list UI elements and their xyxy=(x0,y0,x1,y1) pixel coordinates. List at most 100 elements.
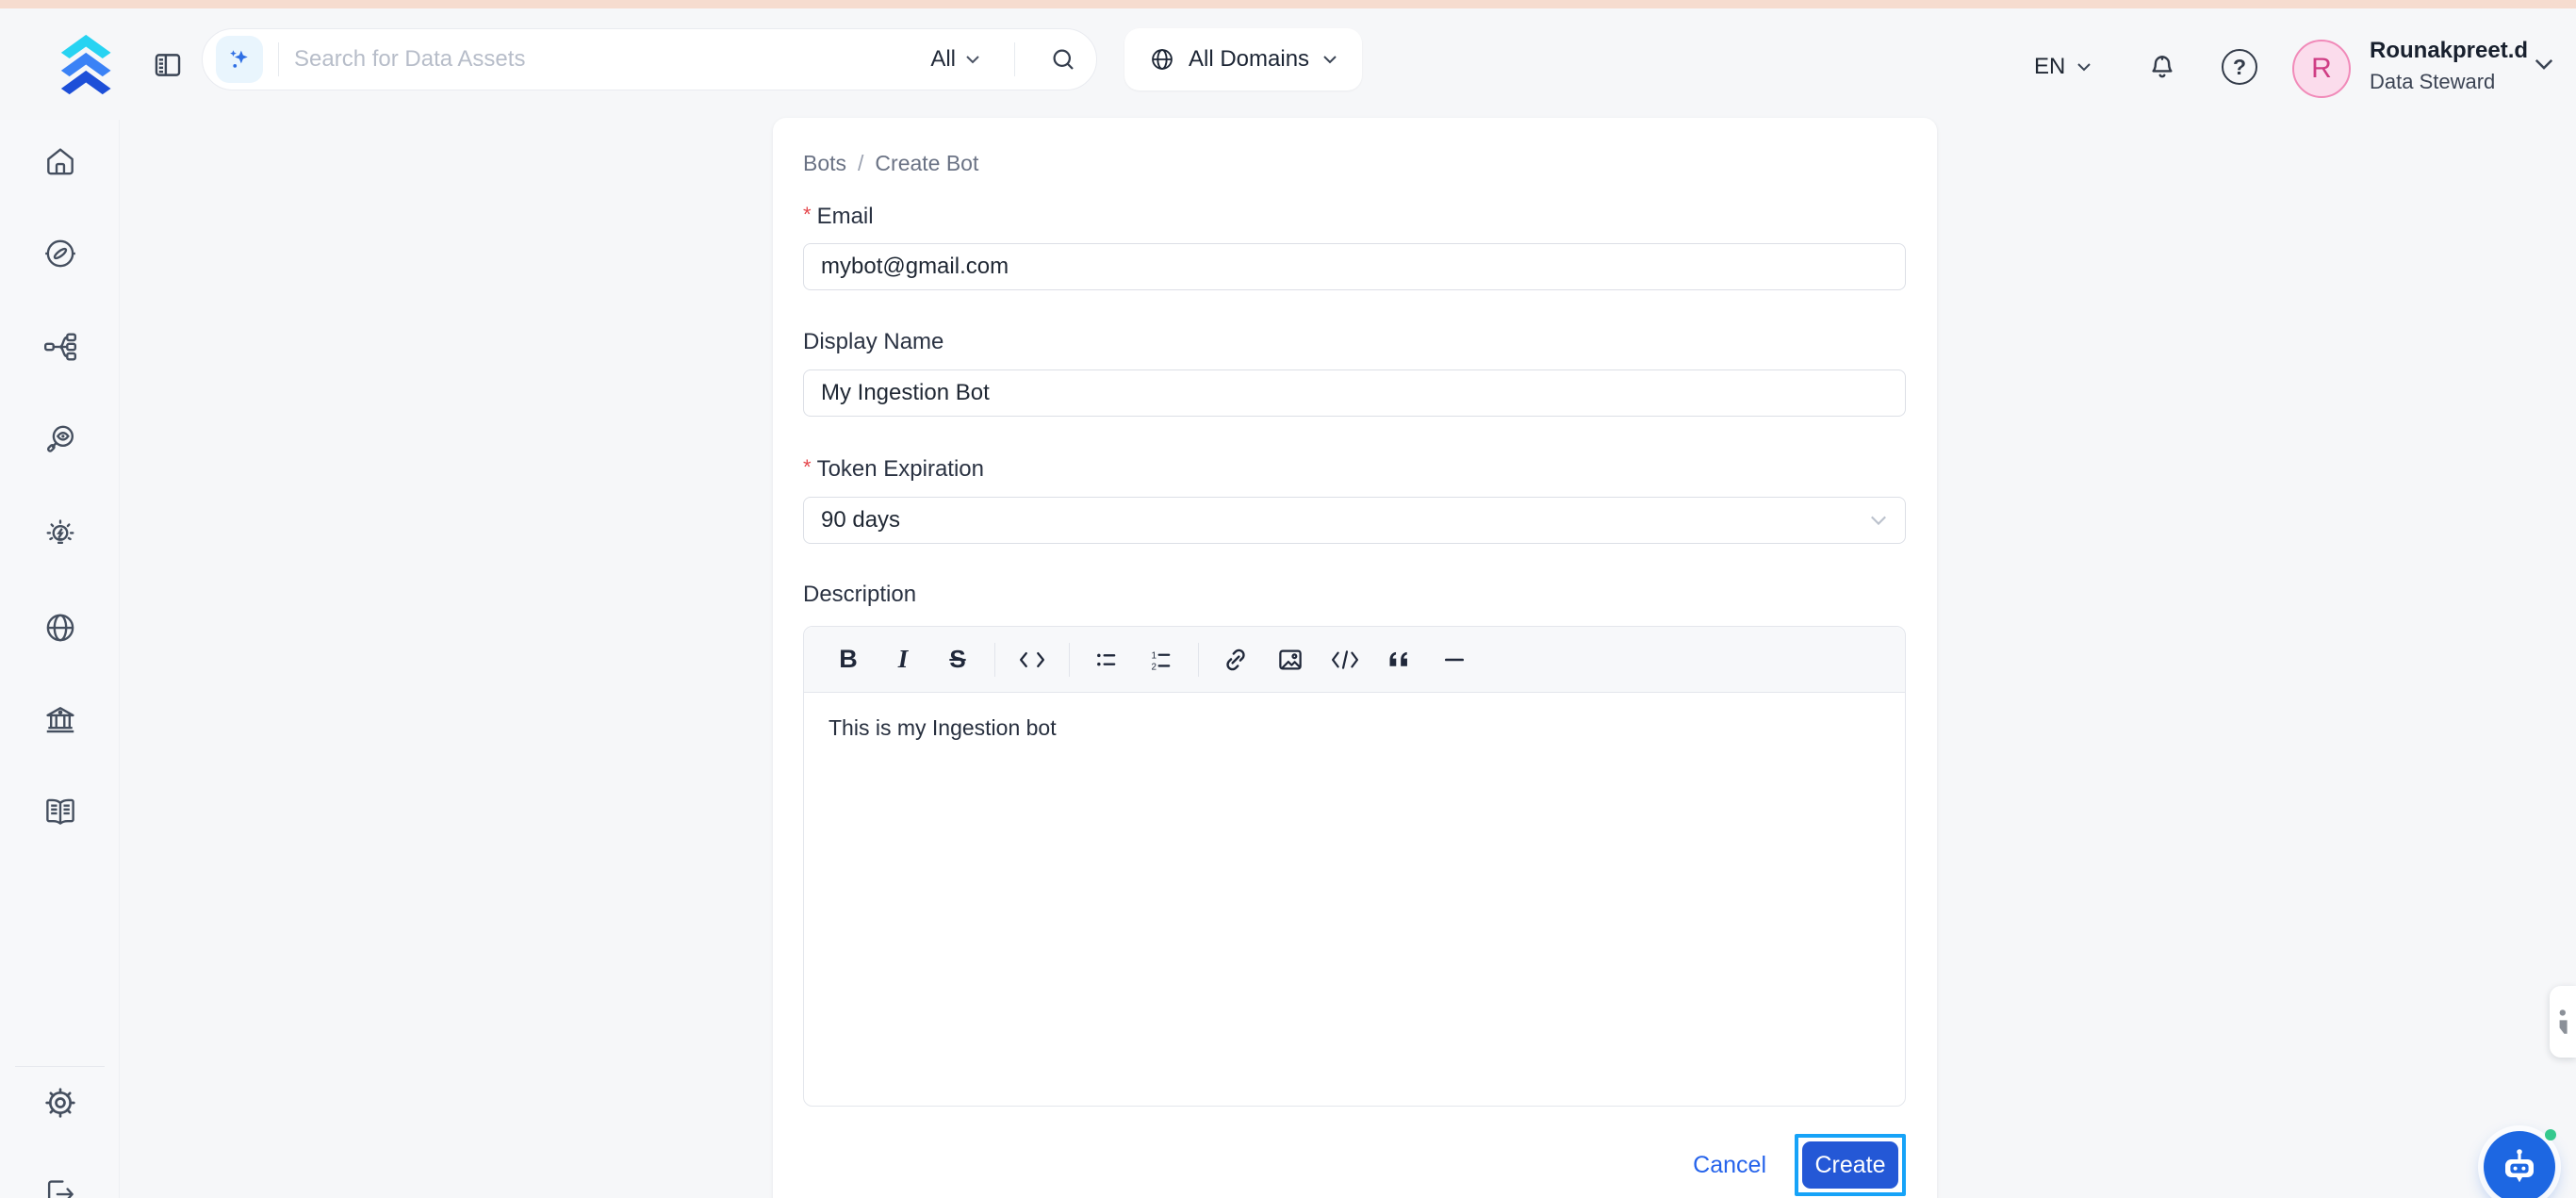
help-icon[interactable]: ? xyxy=(2219,46,2260,88)
topbar: Search for Data Assets All All Domains E… xyxy=(0,8,2576,120)
partial-handle-icon xyxy=(2558,1007,2573,1037)
editor-toolbar: B I S xyxy=(804,627,1905,693)
blockquote-button[interactable] xyxy=(1372,635,1427,684)
sidebar-item-insights[interactable] xyxy=(0,506,120,563)
sidebar-nav xyxy=(0,120,120,1198)
sidebar-item-observe[interactable] xyxy=(0,411,120,468)
italic-icon: I xyxy=(898,645,909,674)
sidebar-item-lineage[interactable] xyxy=(0,319,120,375)
required-marker: * xyxy=(803,203,812,226)
user-menu[interactable]: Rounakpreet.d Data Steward xyxy=(2370,37,2528,95)
sidebar-item-home[interactable] xyxy=(0,133,120,189)
user-menu-chevron-icon[interactable] xyxy=(2534,57,2554,75)
cancel-button[interactable]: Cancel xyxy=(1693,1152,1766,1179)
search-divider xyxy=(1014,42,1015,76)
user-name: Rounakpreet.d xyxy=(2370,37,2528,65)
description-label: Description xyxy=(803,582,916,608)
eye-magnifier-icon xyxy=(42,421,78,457)
description-editor: B I S xyxy=(803,626,1906,1107)
settings-gear-icon xyxy=(41,1084,79,1122)
toolbar-divider xyxy=(1198,643,1199,677)
sidebar-item-settings[interactable] xyxy=(0,1075,120,1131)
language-label: EN xyxy=(2034,54,2065,80)
home-icon xyxy=(42,143,78,179)
breadcrumb-separator: / xyxy=(858,151,863,176)
avatar-initial: R xyxy=(2311,53,2332,85)
strikethrough-button[interactable]: S xyxy=(930,635,985,684)
toolbar-divider xyxy=(994,643,995,677)
ordered-list-button[interactable]: 1 2 xyxy=(1134,635,1189,684)
token-expiration-select[interactable]: 90 days xyxy=(803,497,1906,544)
description-editor-content[interactable]: This is my Ingestion bot xyxy=(804,693,1905,763)
create-bot-card: Bots / Create Bot *Email Display Name *T… xyxy=(773,118,1937,1198)
create-button[interactable]: Create xyxy=(1802,1141,1898,1189)
globe-icon xyxy=(1149,46,1175,73)
display-name-field[interactable] xyxy=(803,369,1906,417)
sidebar-item-discover[interactable] xyxy=(0,225,120,282)
bank-icon xyxy=(42,702,78,738)
chevron-down-icon xyxy=(1322,55,1337,64)
svg-text:2: 2 xyxy=(1152,662,1157,672)
token-expiration-label: *Token Expiration xyxy=(803,455,984,483)
app-logo[interactable] xyxy=(49,29,139,107)
avatar[interactable]: R xyxy=(2292,40,2351,98)
chat-assistant-button[interactable] xyxy=(2484,1131,2555,1198)
horizontal-rule-icon xyxy=(1441,647,1468,673)
right-edge-panel-handle[interactable] xyxy=(2550,986,2576,1058)
robot-icon xyxy=(2497,1144,2542,1190)
help-glyph: ? xyxy=(2233,55,2246,80)
search-input[interactable]: Search for Data Assets xyxy=(294,46,911,73)
sidebar-toggle-icon[interactable] xyxy=(151,49,185,81)
user-role: Data Steward xyxy=(2370,69,2528,95)
global-search-bar[interactable]: Search for Data Assets All xyxy=(202,28,1097,90)
chevron-down-icon xyxy=(1869,515,1888,526)
compass-icon xyxy=(42,236,78,271)
chevron-down-icon xyxy=(965,55,980,64)
breadcrumb: Bots / Create Bot xyxy=(803,151,978,176)
code-block-icon xyxy=(1330,647,1360,673)
lineage-flow-icon xyxy=(42,329,78,365)
open-book-icon xyxy=(42,794,78,829)
sidebar-divider xyxy=(15,1066,105,1067)
language-selector[interactable]: EN xyxy=(2034,54,2092,80)
chevron-down-icon xyxy=(2076,62,2092,72)
blockquote-icon xyxy=(1386,648,1413,671)
sidebar-item-governance[interactable] xyxy=(0,692,120,748)
all-domains-dropdown[interactable]: All Domains xyxy=(1124,28,1362,90)
breadcrumb-bots[interactable]: Bots xyxy=(803,151,846,176)
logout-icon xyxy=(42,1176,78,1198)
code-block-button[interactable] xyxy=(1318,635,1372,684)
bold-button[interactable]: B xyxy=(821,635,876,684)
italic-button[interactable]: I xyxy=(876,635,930,684)
sidebar-item-glossary[interactable] xyxy=(0,783,120,840)
email-field[interactable] xyxy=(803,243,1906,290)
sidebar-item-logout[interactable] xyxy=(0,1166,120,1198)
image-icon xyxy=(1276,646,1304,674)
display-name-label: Display Name xyxy=(803,329,943,355)
globe-icon xyxy=(42,610,78,646)
breadcrumb-create-bot[interactable]: Create Bot xyxy=(875,151,978,176)
search-scope-label: All xyxy=(930,46,956,73)
search-divider xyxy=(278,42,279,76)
search-scope-dropdown[interactable]: All xyxy=(911,46,999,73)
layers-logo-icon xyxy=(49,29,139,107)
required-marker: * xyxy=(803,455,812,479)
idea-bulb-icon xyxy=(42,517,78,552)
bold-icon: B xyxy=(839,645,858,674)
sidebar-item-domains[interactable] xyxy=(0,599,120,656)
bullet-list-icon xyxy=(1093,647,1120,673)
link-button[interactable] xyxy=(1208,635,1263,684)
ai-sparkles-icon[interactable] xyxy=(216,36,263,83)
svg-text:1: 1 xyxy=(1152,650,1157,661)
ordered-list-icon: 1 2 xyxy=(1148,647,1174,673)
inline-code-button[interactable] xyxy=(1005,635,1059,684)
notifications-bell-icon[interactable] xyxy=(2141,46,2183,88)
horizontal-rule-button[interactable] xyxy=(1427,635,1482,684)
search-icon[interactable] xyxy=(1030,45,1096,74)
image-button[interactable] xyxy=(1263,635,1318,684)
create-button-highlight: Create xyxy=(1795,1134,1906,1196)
token-expiration-value: 90 days xyxy=(821,507,900,533)
inline-code-icon xyxy=(1018,648,1046,672)
bullet-list-button[interactable] xyxy=(1079,635,1134,684)
form-actions: Cancel Create xyxy=(1693,1134,1906,1196)
